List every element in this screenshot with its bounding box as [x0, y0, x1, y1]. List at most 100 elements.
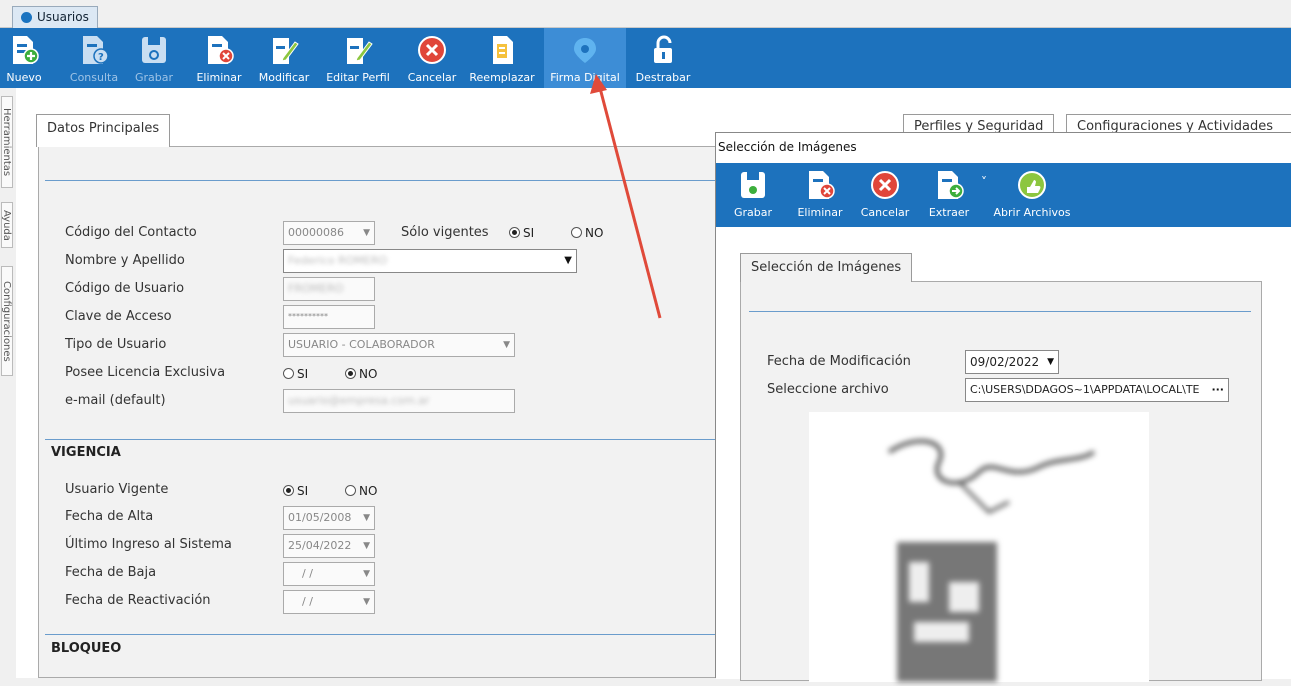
delete-document-icon	[208, 36, 234, 64]
seleccion-imagenes-panel: Fecha de Modificación 09/02/2022 ▼ Selecc…	[740, 281, 1262, 682]
reemplazar-label: Reemplazar	[469, 71, 535, 84]
dialog-cancelar-button[interactable]: Cancelar	[856, 163, 914, 227]
usuario-vigente-no-radio[interactable]: NO	[345, 484, 377, 498]
nombre-apellido-select[interactable]: Federico ROMERO ▼	[283, 249, 577, 273]
nombre-apellido-value: Federico ROMERO	[288, 254, 388, 267]
clave-acceso-label: Clave de Acceso	[65, 309, 172, 324]
fecha-modificacion-label: Fecha de Modificación	[767, 354, 911, 369]
side-tab-herramientas[interactable]: Herramientas	[1, 96, 13, 188]
email-field[interactable]: usuario@empresa.com.ar	[283, 389, 515, 413]
seleccione-archivo-value: C:\USERS\DDAGOS~1\APPDATA\LOCAL\TE	[970, 383, 1200, 396]
save-icon	[741, 172, 765, 198]
extraer-dropdown-arrow[interactable]: ˅	[978, 163, 990, 227]
tab-usuarios-label: Usuarios	[37, 10, 89, 24]
tab-seleccion-imagenes[interactable]: Selección de Imágenes	[740, 253, 913, 282]
reemplazar-button[interactable]: Reemplazar	[466, 28, 538, 88]
clave-acceso-value: **********	[288, 312, 328, 321]
grabar-label: Grabar	[134, 71, 174, 84]
codigo-usuario-field[interactable]: FROMERO	[283, 277, 375, 301]
dialog-body: Selección de Imágenes Fecha de Modificac…	[716, 227, 1291, 682]
eliminar-button[interactable]: Eliminar	[192, 28, 246, 88]
radio-selected-icon	[283, 485, 294, 496]
chevron-down-icon: ▼	[1047, 357, 1054, 367]
chevron-down-icon: ▼	[363, 228, 370, 238]
nuevo-button[interactable]: Nuevo	[4, 28, 44, 88]
radio-selected-icon	[509, 227, 520, 238]
licencia-no-radio[interactable]: NO	[345, 367, 377, 381]
fecha-reactivacion-field[interactable]: / / ▼	[283, 590, 375, 614]
radio-selected-icon	[345, 368, 356, 379]
firma-digital-button[interactable]: Firma Digital	[544, 28, 626, 88]
chevron-down-icon: ▼	[363, 569, 370, 579]
fecha-reactivacion-label: Fecha de Reactivación	[65, 593, 211, 608]
destrabar-label: Destrabar	[635, 71, 691, 84]
side-tab-configuraciones[interactable]: Configuraciones	[1, 266, 13, 376]
unlock-icon	[654, 35, 672, 63]
new-document-icon	[13, 36, 39, 64]
usuario-vigente-si-radio[interactable]: SI	[283, 484, 308, 498]
document-tab-strip: Usuarios	[0, 0, 1291, 28]
dialog-toolbar: Grabar Eliminar Cancelar Extraer ˅ Abrir…	[716, 163, 1291, 227]
extract-document-icon	[938, 171, 964, 199]
editar-perfil-label: Editar Perfil	[326, 71, 390, 84]
cancelar-label: Cancelar	[407, 71, 457, 84]
solo-vigentes-no-radio[interactable]: NO	[571, 226, 603, 240]
side-tab-ayuda[interactable]: Ayuda	[1, 202, 13, 248]
fecha-alta-label: Fecha de Alta	[65, 509, 154, 524]
chevron-down-icon: ▼	[503, 340, 510, 350]
chevron-down-icon: ▼	[564, 255, 572, 266]
query-document-icon: ?	[83, 36, 109, 64]
fecha-modificacion-field[interactable]: 09/02/2022 ▼	[965, 350, 1059, 374]
usuario-vigente-no-label: NO	[359, 484, 378, 498]
fecha-alta-field[interactable]: 01/05/2008 ▼	[283, 506, 375, 530]
cancel-icon	[871, 171, 899, 199]
codigo-usuario-value: FROMERO	[288, 282, 344, 295]
fecha-modificacion-value: 09/02/2022	[970, 355, 1040, 369]
chevron-down-icon: ▼	[363, 541, 370, 551]
cancelar-button[interactable]: Cancelar	[402, 28, 462, 88]
consulta-label: Consulta	[69, 71, 119, 84]
top-divider	[45, 180, 737, 181]
svg-text:?: ?	[98, 52, 104, 63]
nuevo-label: Nuevo	[6, 71, 42, 84]
tab-perfiles-seguridad[interactable]: Perfiles y Seguridad	[903, 114, 1055, 134]
chevron-down-icon: ▼	[363, 513, 370, 523]
tab-datos-principales[interactable]: Datos Principales	[36, 114, 171, 147]
dialog-eliminar-button[interactable]: Eliminar	[794, 163, 846, 227]
fecha-baja-field[interactable]: / / ▼	[283, 562, 375, 586]
dialog-grabar-label: Grabar	[733, 206, 773, 219]
codigo-contacto-select[interactable]: 00000086 ▼	[283, 221, 375, 245]
usuarios-tab-icon	[21, 12, 32, 23]
vigencia-divider	[45, 439, 737, 440]
bloqueo-section-title: BLOQUEO	[51, 641, 122, 656]
tipo-usuario-select[interactable]: USUARIO - COLABORADOR ▼	[283, 333, 515, 357]
dialog-abrir-archivos-label: Abrir Archivos	[993, 206, 1071, 219]
consulta-button[interactable]: ? Consulta	[66, 28, 122, 88]
licencia-si-label: SI	[297, 367, 309, 381]
destrabar-button[interactable]: Destrabar	[630, 28, 696, 88]
ultimo-ingreso-field[interactable]: 25/04/2022 ▼	[283, 534, 375, 558]
solo-vigentes-si-radio[interactable]: SI	[509, 226, 534, 240]
tab-configuraciones-actividades[interactable]: Configuraciones y Actividades	[1066, 114, 1291, 134]
dialog-abrir-archivos-button[interactable]: Abrir Archivos	[992, 163, 1072, 227]
digital-signature-icon	[574, 38, 596, 63]
cancel-icon	[418, 36, 446, 64]
delete-document-icon	[809, 171, 835, 199]
seleccione-archivo-field[interactable]: C:\USERS\DDAGOS~1\APPDATA\LOCAL\TE ···	[965, 378, 1229, 402]
grabar-button[interactable]: Grabar	[131, 28, 177, 88]
clave-acceso-field[interactable]: **********	[283, 305, 375, 329]
modificar-button[interactable]: Modificar	[254, 28, 314, 88]
edit-pencil-icon	[273, 38, 299, 64]
dialog-grabar-button[interactable]: Grabar	[730, 163, 776, 227]
dialog-extraer-button[interactable]: Extraer	[920, 163, 978, 227]
fecha-baja-value: / /	[302, 567, 313, 580]
signature-image	[887, 439, 1096, 682]
fecha-baja-label: Fecha de Baja	[65, 565, 157, 580]
licencia-si-radio[interactable]: SI	[283, 367, 308, 381]
tab-usuarios[interactable]: Usuarios	[12, 6, 98, 28]
solo-vigentes-no-label: NO	[585, 226, 604, 240]
side-tab-herramientas-label: Herramientas	[1, 107, 12, 177]
ultimo-ingreso-label: Último Ingreso al Sistema	[65, 537, 232, 552]
browse-button[interactable]: ···	[1211, 379, 1224, 401]
editar-perfil-button[interactable]: Editar Perfil	[318, 28, 398, 88]
